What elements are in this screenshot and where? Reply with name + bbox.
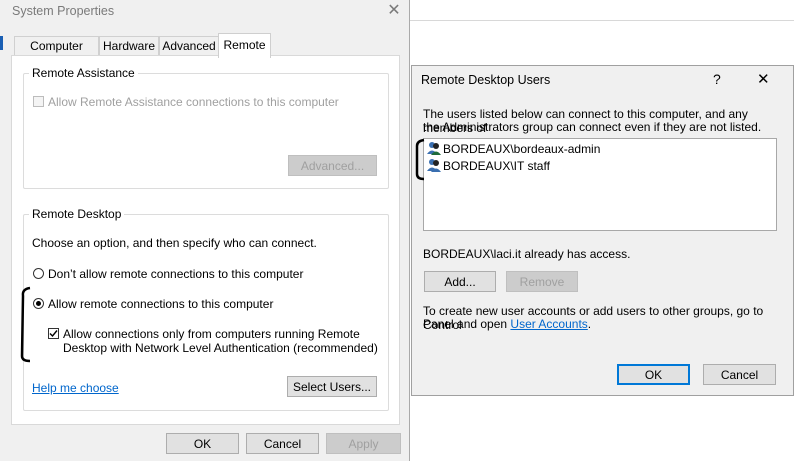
cancel-button[interactable]: Cancel <box>246 433 319 454</box>
tab-advanced[interactable]: Advanced <box>159 36 219 56</box>
background-divider <box>410 20 794 21</box>
radio-selected-dot <box>36 301 41 306</box>
user-accounts-link[interactable]: User Accounts <box>510 317 587 331</box>
remote-assistance-title: Remote Assistance <box>29 66 138 80</box>
tab-computer-name[interactable]: Computer Name <box>14 36 99 72</box>
select-users-button[interactable]: Select Users... <box>287 376 377 397</box>
access-note: BORDEAUX\laci.it already has access. <box>423 247 631 261</box>
ok-button[interactable]: OK <box>166 433 239 454</box>
user-row[interactable]: BORDEAUX\bordeaux-admin <box>443 142 600 156</box>
edge-accent <box>0 36 3 50</box>
user-group-icon <box>427 142 441 155</box>
apply-button[interactable]: Apply <box>326 433 401 454</box>
info-line2: Panel and open User Accounts. <box>423 317 591 331</box>
nla-checkbox[interactable] <box>48 328 59 339</box>
allow-remote-label: Allow remote connections to this compute… <box>48 297 274 311</box>
dialog-title: Remote Desktop Users <box>421 73 551 87</box>
info-line2-suffix: . <box>587 317 592 331</box>
allow-remote-radio[interactable] <box>33 298 44 309</box>
window-title: System Properties <box>12 4 115 18</box>
tab-hardware[interactable]: Hardware <box>99 36 159 56</box>
tab-remote[interactable]: Remote <box>218 33 271 58</box>
user-group-icon <box>427 159 441 172</box>
user-row[interactable]: BORDEAUX\IT staff <box>443 159 550 173</box>
nla-label-line2: Desktop with Network Level Authenticatio… <box>63 341 378 355</box>
add-user-button[interactable]: Add... <box>424 271 496 292</box>
allow-remote-assistance-label: Allow Remote Assistance connections to t… <box>48 95 339 109</box>
remote-desktop-instruction: Choose an option, and then specify who c… <box>32 236 317 250</box>
dont-allow-label: Don’t allow remote connections to this c… <box>48 267 304 281</box>
dialog-close-icon[interactable]: ✕ <box>757 70 770 88</box>
system-properties-window: System Properties ✕ Computer Name Hardwa… <box>0 0 410 461</box>
dont-allow-radio[interactable] <box>33 268 44 279</box>
allow-remote-assistance-checkbox[interactable] <box>33 96 44 107</box>
checkmark-icon <box>49 330 58 338</box>
annotation-bracket <box>20 286 31 363</box>
nla-label-line1: Allow connections only from computers ru… <box>63 327 360 341</box>
dialog-ok-button[interactable]: OK <box>617 364 690 385</box>
help-icon[interactable]: ? <box>713 71 721 87</box>
dialog-description-line2: the Administrators group can connect eve… <box>423 120 762 134</box>
advanced-button[interactable]: Advanced... <box>288 155 377 176</box>
help-me-choose-link[interactable]: Help me choose <box>32 381 119 395</box>
annotation-bracket <box>415 138 425 181</box>
remote-desktop-title: Remote Desktop <box>29 207 125 221</box>
close-icon[interactable]: ✕ <box>384 1 404 21</box>
dialog-cancel-button[interactable]: Cancel <box>703 364 776 385</box>
remove-user-button[interactable]: Remove <box>506 271 578 292</box>
info-line2-prefix: Panel and open <box>423 317 511 331</box>
